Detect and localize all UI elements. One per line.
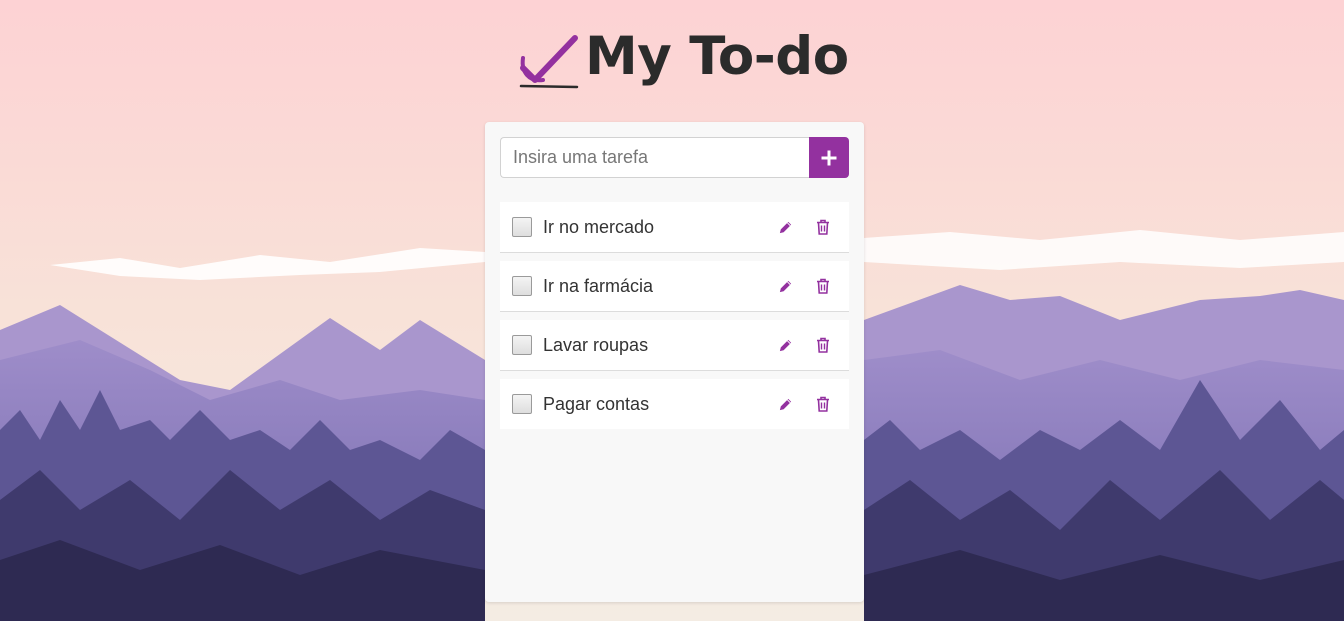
pencil-icon [779, 221, 791, 233]
delete-task-button[interactable] [814, 277, 832, 295]
task-item: Ir no mercado [500, 202, 849, 253]
task-checkbox[interactable] [512, 394, 532, 414]
pencil-icon [779, 398, 791, 410]
add-task-button[interactable] [809, 137, 849, 178]
edit-task-button[interactable] [776, 218, 794, 236]
task-list: Ir no mercado Ir na farmácia Lavar roupa… [500, 202, 849, 437]
task-item: Lavar roupas [500, 320, 849, 371]
add-task-form [500, 137, 849, 178]
plus-icon [821, 150, 837, 165]
task-label: Lavar roupas [543, 334, 649, 355]
task-checkbox[interactable] [512, 217, 532, 237]
task-checkbox[interactable] [512, 335, 532, 355]
trash-icon [817, 396, 829, 412]
task-item: Pagar contas [500, 379, 849, 429]
pencil-icon [779, 339, 791, 351]
task-input[interactable] [500, 137, 809, 178]
edit-task-button[interactable] [776, 336, 794, 354]
edit-task-button[interactable] [776, 395, 794, 413]
trash-icon [817, 337, 829, 353]
delete-task-button[interactable] [814, 395, 832, 413]
trash-icon [817, 278, 829, 294]
task-label: Pagar contas [543, 393, 650, 414]
delete-task-button[interactable] [814, 218, 832, 236]
app-title: My To-do [585, 26, 849, 87]
task-label: Ir no mercado [543, 216, 655, 237]
task-checkbox[interactable] [512, 276, 532, 296]
task-item: Ir na farmácia [500, 261, 849, 312]
pencil-icon [779, 280, 791, 292]
edit-task-button[interactable] [776, 277, 794, 295]
trash-icon [817, 219, 829, 235]
check-mark-icon [519, 35, 579, 89]
task-label: Ir na farmácia [543, 275, 654, 296]
delete-task-button[interactable] [814, 336, 832, 354]
app-logo: My To-do [519, 26, 849, 90]
todo-card: Ir no mercado Ir na farmácia [485, 122, 864, 602]
